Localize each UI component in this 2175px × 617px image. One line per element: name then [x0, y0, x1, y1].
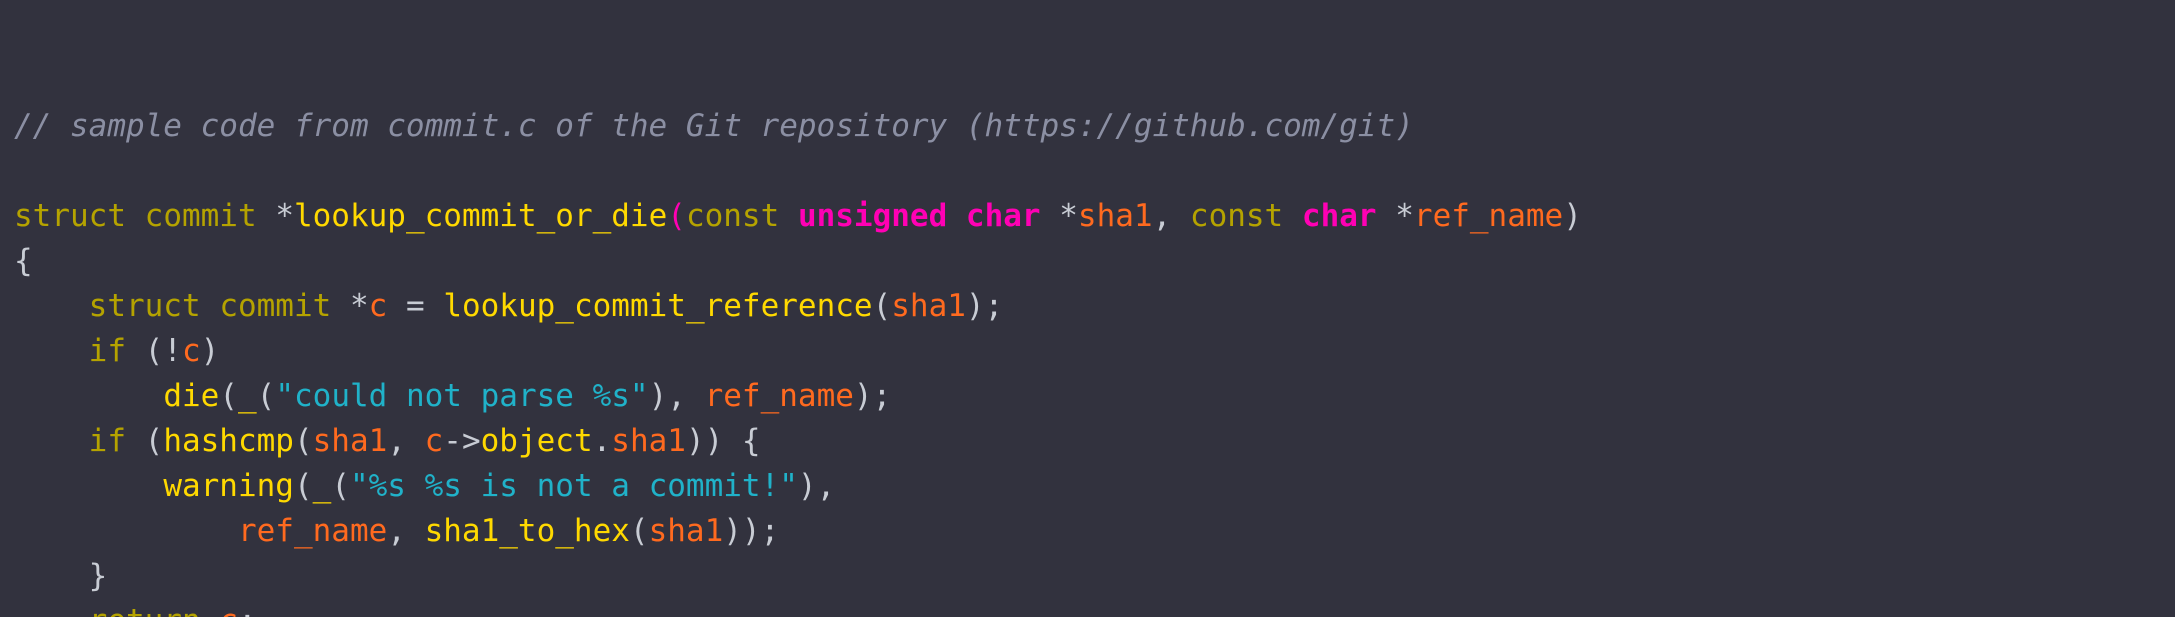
code-line: warning(_("%s %s is not a commit!"),	[14, 464, 2175, 509]
code-token: (	[629, 513, 649, 549]
code-token: );	[853, 378, 892, 414]
code-token: lookup_commit_reference	[443, 288, 873, 324]
code-token: sha1	[611, 423, 686, 459]
code-token: ),	[797, 468, 836, 504]
code-token: const	[1189, 198, 1284, 234]
code-token: struct	[88, 288, 201, 324]
code-token: .	[592, 423, 612, 459]
code-token: *	[275, 198, 294, 234]
code-token: ->	[443, 423, 481, 459]
code-token: (	[872, 288, 892, 324]
code-token: (	[293, 468, 313, 504]
code-token: }	[14, 558, 108, 594]
code-token: _	[312, 468, 332, 504]
code-token: hashcmp	[163, 423, 294, 459]
code-token: (	[667, 198, 686, 234]
code-token: const	[685, 198, 780, 234]
code-token: lookup_commit_or_die	[293, 198, 668, 234]
code-token: return	[89, 603, 201, 617]
code-line: if (hashcmp(sha1, c->object.sha1)) {	[14, 419, 2175, 464]
code-token: ));	[723, 513, 780, 549]
code-token: (!	[125, 333, 182, 369]
code-token: ,	[387, 513, 425, 549]
code-token: sha1	[1077, 198, 1153, 234]
code-token: ref_name	[237, 513, 388, 549]
code-token: sha1_to_hex	[424, 513, 630, 549]
code-line: // sample code from commit.c of the Git …	[14, 104, 2175, 149]
code-token: )) {	[685, 423, 761, 459]
code-token: ,	[1152, 198, 1190, 234]
code-token: ),	[648, 378, 705, 414]
code-token: c	[181, 333, 201, 369]
code-line: {	[14, 239, 2175, 284]
code-token: sha1	[648, 513, 724, 549]
code-token: ;	[238, 603, 257, 617]
code-token: die	[163, 378, 220, 414]
code-token: "%s %s is not a commit!"	[349, 468, 798, 504]
code-line: }	[14, 554, 2175, 599]
code-lines-container: // sample code from commit.c of the Git …	[14, 104, 2175, 617]
code-token: sha1	[891, 288, 966, 324]
code-token: "could not parse %s"	[275, 378, 649, 414]
code-token: // sample code from commit.c of the Git …	[14, 108, 1414, 144]
code-token: *	[349, 288, 369, 324]
code-token: {	[14, 243, 33, 279]
code-token: (	[293, 423, 313, 459]
code-token: warning	[163, 468, 294, 504]
code-token: object	[480, 423, 593, 459]
code-token: =	[387, 288, 444, 324]
code-token: if	[88, 423, 126, 459]
code-token: char	[1301, 198, 1377, 234]
code-token: )	[1563, 198, 1582, 234]
code-line: ref_name, sha1_to_hex(sha1));	[14, 509, 2175, 554]
code-token: _	[237, 378, 257, 414]
code-line: struct commit *lookup_commit_or_die(cons…	[14, 194, 2175, 239]
code-block[interactable]: // sample code from commit.c of the Git …	[0, 0, 2175, 617]
code-token: c	[219, 603, 238, 617]
code-token: unsigned char	[797, 198, 1041, 234]
code-line: struct commit *c = lookup_commit_referen…	[14, 284, 2175, 329]
code-token: c	[424, 423, 444, 459]
code-token: struct	[14, 198, 126, 234]
code-token: if	[88, 333, 126, 369]
code-token: (	[256, 378, 276, 414]
code-token: ,	[387, 423, 425, 459]
code-token: *	[1395, 198, 1414, 234]
code-token: (	[331, 468, 350, 504]
code-token: (	[219, 378, 238, 414]
code-token: commit	[219, 288, 332, 324]
code-token: *	[1059, 198, 1078, 234]
code-line: die(_("could not parse %s"), ref_name);	[14, 374, 2175, 419]
code-token: (	[125, 423, 164, 459]
code-token: )	[200, 333, 220, 369]
code-token: commit	[144, 198, 257, 234]
code-token: ref_name	[1413, 198, 1564, 234]
code-token: ref_name	[704, 378, 854, 414]
code-token: c	[368, 288, 388, 324]
code-token: );	[965, 288, 1004, 324]
code-token: sha1	[312, 423, 388, 459]
code-line: if (!c)	[14, 329, 2175, 374]
code-line: return c;	[14, 599, 2175, 617]
